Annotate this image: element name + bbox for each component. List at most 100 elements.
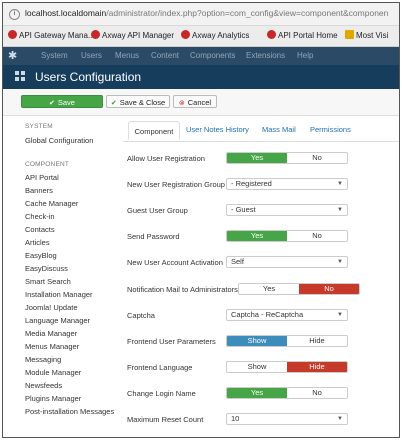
sidebar-item[interactable]: Banners (25, 186, 53, 195)
caret-down-icon: ▼ (337, 416, 343, 422)
sidebar-item[interactable]: Media Manager (25, 329, 77, 338)
option-no[interactable]: No (287, 231, 347, 241)
sidebar-item[interactable]: Menus Manager (25, 342, 79, 351)
field-label: New User Registration Group (127, 180, 225, 189)
caret-down-icon: ▼ (337, 181, 343, 187)
guest-group-select[interactable]: - Guest ▼ (226, 204, 348, 216)
tab-permissions[interactable]: Permissions (310, 125, 351, 134)
account-activation-select[interactable]: Self ▼ (226, 256, 348, 268)
field-label: Maximum Reset Count (127, 415, 204, 424)
info-icon[interactable]: i (9, 9, 20, 20)
tab-mass-mail[interactable]: Mass Mail (262, 125, 296, 134)
menu-content[interactable]: Content (151, 51, 179, 60)
send-password-toggle[interactable]: Yes No (226, 230, 348, 242)
sidebar-item[interactable]: EasyBlog (25, 251, 57, 260)
menu-extensions[interactable]: Extensions (246, 51, 285, 60)
menu-help[interactable]: Help (297, 51, 313, 60)
url-text[interactable]: localhost.localdomain/administrator/inde… (25, 8, 388, 18)
sidebar-item[interactable]: Post-installation Messages (25, 407, 114, 416)
caret-down-icon: ▼ (337, 312, 343, 318)
field-label: Captcha (127, 311, 155, 320)
field-label: Send Password (127, 232, 180, 241)
option-yes[interactable]: Yes (227, 231, 287, 241)
toolbar: ✔ Save ✔ Save & Close ⊗ Cancel (3, 89, 399, 116)
check-icon: ✔ (49, 100, 55, 107)
field-label: Frontend User Parameters (127, 337, 216, 346)
bookmark-item[interactable]: Axway Analytics (181, 30, 249, 40)
sidebar-item[interactable]: Newsfeeds (25, 381, 62, 390)
sidebar-item[interactable]: Articles (25, 238, 50, 247)
frontend-language-toggle[interactable]: Show Hide (226, 361, 348, 373)
sidebar-item[interactable]: API Portal (25, 173, 59, 182)
option-no[interactable]: No (299, 284, 359, 294)
browser-window: i localhost.localdomain/administrator/in… (2, 2, 400, 438)
option-no[interactable]: No (287, 388, 347, 398)
bookmark-item[interactable]: API Gateway Mana... (8, 30, 95, 40)
max-reset-count-select[interactable]: 10 ▼ (226, 413, 348, 425)
sidebar-item[interactable]: Smart Search (25, 277, 71, 286)
menu-components[interactable]: Components (190, 51, 235, 60)
field-label: New User Account Activation (127, 258, 223, 267)
sidebar-item[interactable]: Installation Manager (25, 290, 93, 299)
caret-down-icon: ▼ (337, 259, 343, 265)
save-button[interactable]: ✔ Save (21, 95, 103, 108)
select-value: - Registered (231, 179, 272, 188)
bookmark-icon (267, 30, 276, 39)
select-value: Self (231, 257, 244, 266)
admin-menu: ✱ System Users Menus Content Components … (3, 47, 399, 65)
bookmark-icon (181, 30, 190, 39)
check-icon: ✔ (110, 100, 117, 107)
bookmark-item[interactable]: Most Visi (345, 30, 388, 40)
option-yes[interactable]: Yes (239, 284, 299, 294)
save-close-button[interactable]: ✔ Save & Close (106, 95, 170, 108)
option-yes[interactable]: Yes (227, 388, 287, 398)
bookmark-icon (8, 30, 17, 39)
captcha-select[interactable]: Captcha - ReCaptcha ▼ (226, 309, 348, 321)
option-no[interactable]: No (287, 153, 347, 163)
option-show[interactable]: Show (227, 336, 287, 346)
address-bar[interactable]: i localhost.localdomain/administrator/in… (3, 3, 399, 26)
tab-user-notes-history[interactable]: User Notes History (186, 125, 249, 134)
sidebar-item[interactable]: Joomla! Update (25, 303, 78, 312)
notification-mail-toggle[interactable]: Yes No (238, 283, 360, 295)
bookmark-item[interactable]: API Portal Home (267, 30, 338, 40)
sidebar-item[interactable]: Language Manager (25, 316, 90, 325)
sidebar-item[interactable]: Cache Manager (25, 199, 78, 208)
menu-menus[interactable]: Menus (115, 51, 139, 60)
bookmark-item[interactable]: Axway API Manager (91, 30, 174, 40)
sidebar-item[interactable]: Module Manager (25, 368, 81, 377)
menu-users[interactable]: Users (81, 51, 102, 60)
sidebar-item[interactable]: Messaging (25, 355, 61, 364)
cancel-circle-icon: ⊗ (178, 100, 185, 107)
field-label: Frontend Language (127, 363, 193, 372)
joomla-logo-icon[interactable]: ✱ (8, 50, 20, 62)
page-header: Users Configuration (3, 65, 399, 89)
option-show[interactable]: Show (227, 362, 287, 372)
sidebar-heading-component: COMPONENT (25, 161, 70, 168)
field-label: Allow User Registration (127, 154, 205, 163)
field-label: Guest User Group (127, 206, 188, 215)
caret-down-icon: ▼ (337, 207, 343, 213)
bookmarks-bar: API Gateway Mana... Axway API Manager Ax… (3, 26, 399, 47)
folder-icon (345, 30, 354, 39)
option-yes[interactable]: Yes (227, 153, 287, 163)
menu-system[interactable]: System (41, 51, 68, 60)
tab-component[interactable]: Component (128, 121, 180, 140)
sidebar-item[interactable]: EasyDiscuss (25, 264, 68, 273)
cancel-button[interactable]: ⊗ Cancel (173, 95, 217, 108)
change-login-toggle[interactable]: Yes No (226, 387, 348, 399)
frontend-params-toggle[interactable]: Show Hide (226, 335, 348, 347)
option-hide[interactable]: Hide (287, 336, 347, 346)
sidebar-item[interactable]: Check-in (25, 212, 55, 221)
sidebar-item-global-configuration[interactable]: Global Configuration (25, 136, 93, 145)
field-label: Notification Mail to Administrators (127, 285, 238, 294)
field-label: Change Login Name (127, 389, 196, 398)
allow-registration-toggle[interactable]: Yes No (226, 152, 348, 164)
users-grid-icon (15, 71, 25, 81)
select-value: 10 (231, 414, 240, 423)
sidebar-item[interactable]: Contacts (25, 225, 55, 234)
option-hide[interactable]: Hide (287, 362, 347, 372)
bookmark-icon (91, 30, 100, 39)
registration-group-select[interactable]: - Registered ▼ (226, 178, 348, 190)
sidebar-item[interactable]: Plugins Manager (25, 394, 81, 403)
